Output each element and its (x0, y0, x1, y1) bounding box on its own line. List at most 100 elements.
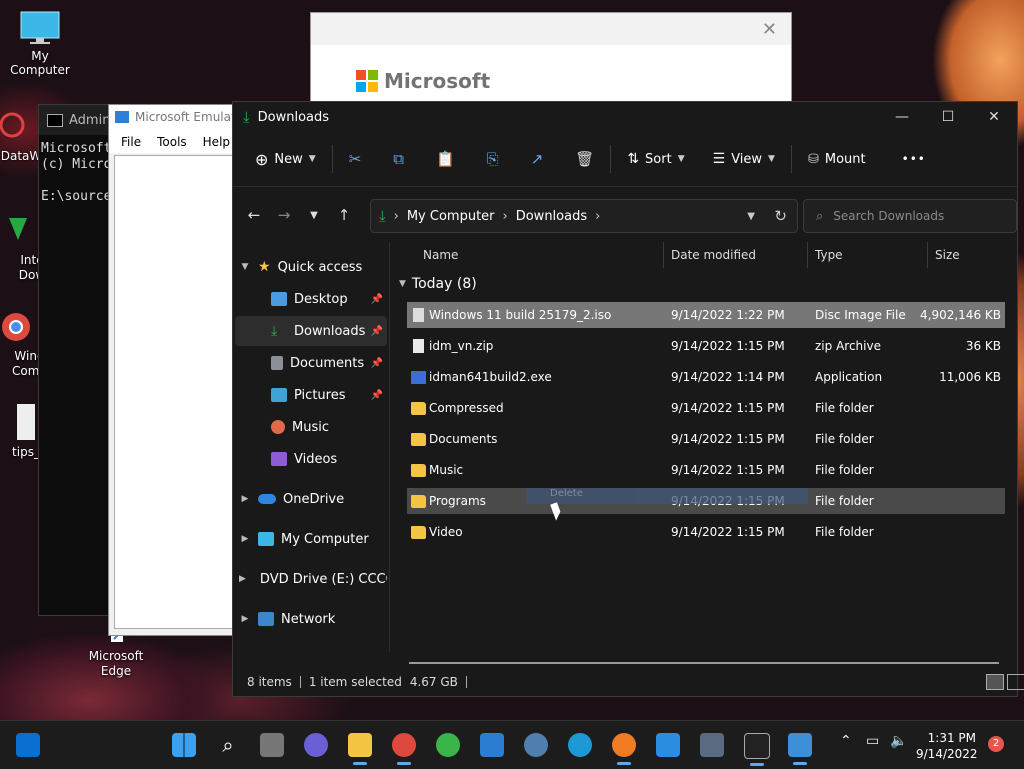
column-header-date[interactable]: Date modified (671, 242, 756, 268)
mount-button[interactable]: ⛁ Mount (800, 143, 874, 175)
address-bar[interactable]: ⤓ › My Computer › Downloads › ▼ ↻ (370, 199, 798, 233)
edge-icon[interactable] (568, 733, 592, 757)
emulator-icon (115, 111, 129, 123)
chrome-icon[interactable] (392, 733, 416, 765)
file-row[interactable]: Music 9/14/2022 1:15 PM File folder (407, 457, 1005, 483)
chevron-right-icon[interactable]: ▶ (239, 574, 246, 584)
file-row[interactable]: idm_vn.zip 9/14/2022 1:15 PM zip Archive… (407, 333, 1005, 359)
column-divider[interactable] (663, 242, 664, 268)
calculator-icon[interactable] (700, 733, 724, 757)
desktop-icon-label: My Computer (10, 49, 70, 77)
share-button[interactable]: ↗ (523, 143, 552, 175)
network-status-icon[interactable]: ▭ (866, 733, 879, 749)
copy-button[interactable]: ⧉ (385, 143, 412, 175)
menu-tools[interactable]: Tools (157, 135, 187, 149)
delete-button[interactable]: 🗑 (567, 143, 602, 175)
address-row: ← → ▼ ↑ ⤓ › My Computer › Downloads › ▼ … (233, 187, 1017, 243)
nav-item-videos[interactable]: Videos (235, 444, 387, 474)
file-explorer-window[interactable]: ⤓ Downloads — ☐ ✕ ⊕ New ▼ ✂ ⧉ 📋 ⎘ ↗ 🗑 ⇅ … (232, 101, 1024, 697)
column-divider[interactable] (807, 242, 808, 268)
widgets-icon[interactable] (16, 733, 40, 757)
column-divider[interactable] (927, 242, 928, 268)
close-button[interactable]: ✕ (971, 102, 1017, 132)
tray-chevron-up-icon[interactable]: ⌃ (840, 733, 852, 749)
search-box[interactable]: ⌕ Search Downloads (803, 199, 1017, 233)
settings-gear-icon[interactable] (524, 733, 548, 757)
task-view-icon[interactable] (260, 733, 284, 757)
nav-item-documents[interactable]: Documents 📌 (235, 348, 387, 378)
column-header-size[interactable]: Size (935, 242, 960, 268)
firefox-icon[interactable] (612, 733, 636, 765)
emulator-app-icon[interactable] (788, 733, 812, 765)
chevron-down-icon[interactable]: ▼ (239, 262, 251, 272)
file-explorer-icon[interactable] (348, 733, 372, 765)
start-windows-icon[interactable] (172, 733, 196, 757)
desktop-icon-my-computer[interactable]: My Computer (0, 10, 80, 77)
emulator-window[interactable]: Microsoft Emulato File Tools Help (108, 104, 250, 636)
search-icon[interactable]: ⌕ (216, 733, 240, 757)
volume-icon[interactable]: 🔈 (890, 733, 907, 749)
file-row[interactable]: Documents 9/14/2022 1:15 PM File folder (407, 426, 1005, 452)
file-row[interactable]: Video 9/14/2022 1:15 PM File folder (407, 519, 1005, 545)
breadcrumb-downloads[interactable]: Downloads (516, 209, 587, 224)
file-date: 9/14/2022 1:15 PM (671, 525, 785, 539)
tiles-view-icon[interactable] (1007, 674, 1024, 690)
nav-item-desktop[interactable]: Desktop 📌 (235, 284, 387, 314)
status-divider (299, 676, 301, 688)
terminal-icon[interactable] (744, 733, 770, 766)
forward-arrow-icon[interactable]: → (269, 206, 299, 224)
nav-item-pictures[interactable]: Pictures 📌 (235, 380, 387, 410)
chat-icon[interactable] (304, 733, 328, 757)
microsoft-dialog[interactable]: ✕ Microsoft (310, 12, 792, 106)
more-options-button[interactable]: ••• (894, 143, 934, 175)
back-arrow-icon[interactable]: ← (239, 206, 269, 224)
new-button[interactable]: ⊕ New ▼ (247, 143, 324, 175)
nav-onedrive[interactable]: ▶ OneDrive (235, 484, 387, 514)
menu-file[interactable]: File (121, 135, 141, 149)
file-row[interactable]: idman641build2.exe 9/14/2022 1:14 PM App… (407, 364, 1005, 390)
maximize-button[interactable]: ☐ (925, 102, 971, 132)
file-row[interactable]: Windows 11 build 25179_2.iso 9/14/2022 1… (407, 302, 1005, 328)
sort-button[interactable]: ⇅ Sort ▼ (619, 143, 692, 175)
nav-my-computer[interactable]: ▶ My Computer (235, 524, 387, 554)
details-view-icon[interactable] (986, 674, 1004, 690)
notification-badge[interactable]: 2 (988, 736, 1004, 752)
mail-icon[interactable] (656, 733, 680, 757)
rename-icon: ⎘ (486, 150, 499, 168)
store-icon[interactable] (480, 733, 504, 757)
up-arrow-icon[interactable]: ↑ (329, 206, 359, 224)
plus-circle-icon: ⊕ (255, 149, 269, 169)
recent-dropdown-icon[interactable]: ▼ (299, 210, 329, 221)
emulator-titlebar[interactable]: Microsoft Emulato (109, 105, 249, 129)
view-button[interactable]: ☰ View ▼ (705, 143, 783, 175)
column-header-name[interactable]: Name (423, 242, 458, 268)
file-name: idm_vn.zip (429, 339, 494, 353)
address-history-chevron-icon[interactable]: ▼ (747, 211, 755, 222)
cut-button[interactable]: ✂ (341, 143, 370, 175)
refresh-icon[interactable]: ↻ (774, 207, 787, 225)
sort-icon: ⇅ (627, 151, 640, 167)
nav-network[interactable]: ▶ Network (235, 604, 387, 634)
chevron-right-icon[interactable]: ▶ (239, 494, 251, 504)
group-header-today[interactable]: ▼ Today (8) (399, 276, 477, 292)
column-header-type[interactable]: Type (815, 242, 843, 268)
rename-button[interactable]: ⎘ (479, 143, 507, 175)
nav-quick-access[interactable]: ▼ ★ Quick access (235, 252, 387, 282)
menu-help[interactable]: Help (203, 135, 230, 149)
desktop-icon-dataw[interactable]: DataW (0, 110, 42, 163)
nav-item-downloads[interactable]: ⤓ Downloads 📌 (235, 316, 387, 346)
minimize-button[interactable]: — (879, 102, 925, 132)
chevron-right-icon[interactable]: ▶ (239, 614, 251, 624)
file-row[interactable]: Compressed 9/14/2022 1:15 PM File folder (407, 395, 1005, 421)
nav-dvd-drive[interactable]: ▶ DVD Drive (E:) CCCC (235, 564, 387, 594)
status-divider (465, 676, 467, 688)
horizontal-scrollbar[interactable] (409, 662, 999, 664)
paste-button[interactable]: 📋 (428, 143, 463, 175)
search-input[interactable]: Search Downloads (833, 209, 944, 223)
nav-item-music[interactable]: Music (235, 412, 387, 442)
chevron-right-icon[interactable]: ▶ (239, 534, 251, 544)
breadcrumb-my-computer[interactable]: My Computer (407, 209, 495, 224)
browser-globe-icon[interactable] (436, 733, 460, 757)
clock[interactable]: 1:31 PM 9/14/2022 (916, 730, 978, 762)
dialog-close-icon[interactable]: ✕ (762, 19, 777, 40)
